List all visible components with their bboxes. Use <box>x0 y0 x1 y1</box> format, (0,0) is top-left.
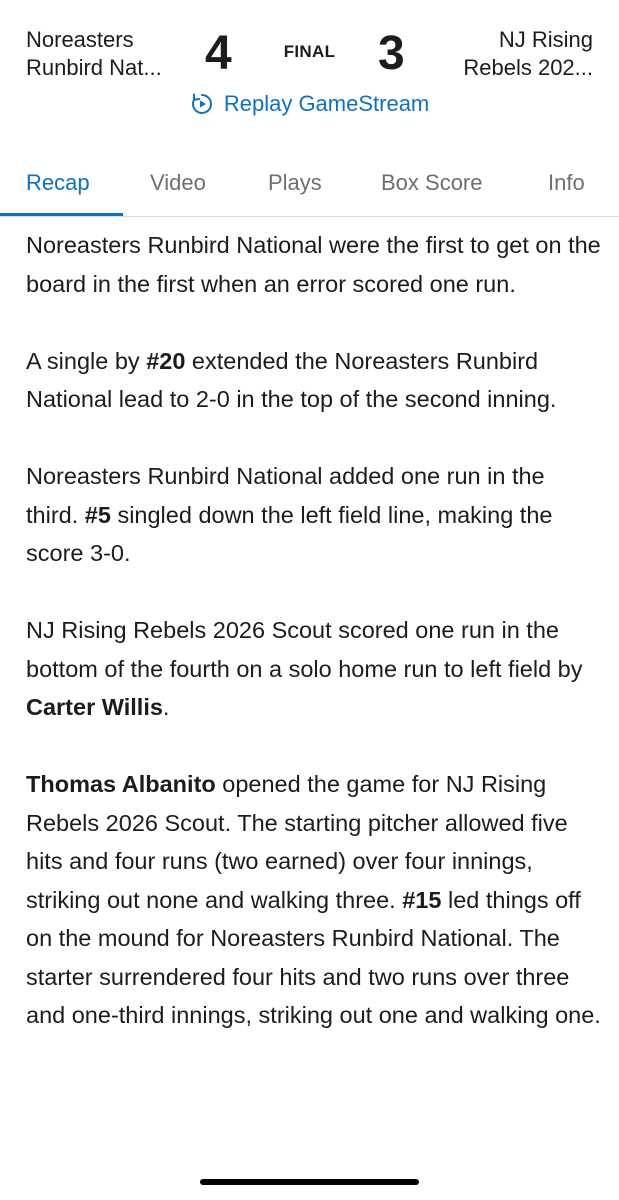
recap-text: NJ Rising Rebels 2026 Scout scored one r… <box>26 617 583 682</box>
replay-gamestream-link[interactable]: Replay GameStream <box>0 90 619 117</box>
home-team-name-line2: Rebels 202... <box>463 55 593 80</box>
recap-paragraph-1: Noreasters Runbird National were the fir… <box>26 226 601 303</box>
recap-text: . <box>162 694 170 720</box>
tab-bar: Recap Video Plays Box Score Info <box>0 158 619 217</box>
player-name[interactable]: #15 <box>402 887 441 913</box>
home-indicator[interactable] <box>200 1179 419 1185</box>
home-team-name[interactable]: NJ Rising Rebels 202... <box>423 26 593 82</box>
game-header: Noreasters Runbird Nat... 4 FINAL 3 NJ R… <box>0 0 619 140</box>
tab-recap[interactable]: Recap <box>26 170 90 196</box>
tab-plays[interactable]: Plays <box>268 170 322 196</box>
recap-paragraph-5: Thomas Albanito opened the game for NJ R… <box>26 765 601 1035</box>
home-score: 3 <box>378 27 405 80</box>
player-name[interactable]: Carter Willis <box>26 694 163 720</box>
player-name[interactable]: #5 <box>85 502 111 528</box>
replay-label: Replay GameStream <box>223 91 430 117</box>
recap-paragraph-3: Noreasters Runbird National added one ru… <box>26 457 601 573</box>
recap-content: Noreasters Runbird National were the fir… <box>26 226 601 1073</box>
tab-info[interactable]: Info <box>548 170 585 196</box>
tab-video[interactable]: Video <box>150 170 206 196</box>
tab-box-score[interactable]: Box Score <box>381 170 483 196</box>
replay-icon <box>191 93 212 115</box>
active-tab-indicator <box>0 213 123 216</box>
player-name[interactable]: #20 <box>146 348 185 374</box>
recap-text: A single by <box>26 347 147 374</box>
recap-paragraph-2: A single by #20 extended the Noreasters … <box>26 342 601 419</box>
recap-paragraph-4: NJ Rising Rebels 2026 Scout scored one r… <box>26 611 601 727</box>
home-team-name-line1: NJ Rising <box>498 27 593 52</box>
player-name[interactable]: Thomas Albanito <box>26 771 216 797</box>
recap-text: Noreasters Runbird National were the fir… <box>26 232 601 297</box>
